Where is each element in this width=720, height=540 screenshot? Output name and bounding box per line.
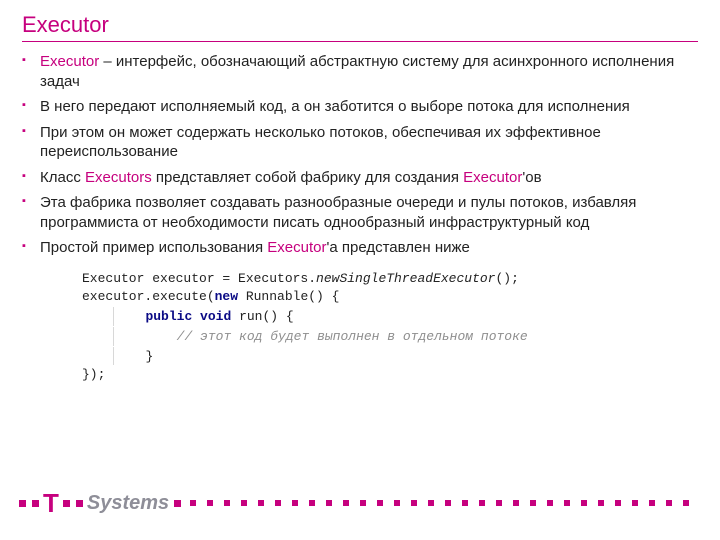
keyword: Executors	[85, 169, 152, 186]
gutter-line	[113, 327, 114, 346]
dot-icon	[343, 500, 349, 506]
code-text: ();	[495, 271, 518, 286]
list-item: Простой пример использования Executor'а …	[22, 238, 698, 258]
code-line: });	[82, 366, 698, 385]
code-line: Executor executor = Executors.newSingleT…	[82, 270, 698, 289]
keyword: Executor	[267, 239, 326, 256]
dot-icon	[564, 500, 570, 506]
footer: T Systems	[0, 490, 720, 516]
list-item: Класс Executors представляет собой фабри…	[22, 168, 698, 188]
t-mark-icon: T	[43, 490, 59, 516]
dot-icon	[496, 500, 502, 506]
dot-icon	[445, 500, 451, 506]
code-text: }	[145, 348, 153, 363]
code-text: run() {	[231, 309, 293, 324]
text: Класс	[40, 169, 85, 186]
keyword: Executor	[463, 169, 522, 186]
text: 'а представлен ниже	[327, 239, 470, 256]
dot-icon	[63, 500, 70, 507]
code-block: Executor executor = Executors.newSingleT…	[82, 270, 698, 386]
gutter-line	[113, 347, 114, 366]
dot-icon	[530, 500, 536, 506]
code-line: executor.execute(new Runnable() {	[82, 288, 698, 307]
text: представляет собой фабрику для создания	[152, 169, 463, 186]
dot-icon	[547, 500, 553, 506]
page-title: Executor	[22, 12, 698, 42]
dot-icon	[479, 500, 485, 506]
dot-icon	[309, 500, 315, 506]
dot-icon	[428, 500, 434, 506]
list-item: В него передают исполняемый код, а он за…	[22, 97, 698, 117]
dot-icon	[394, 500, 400, 506]
brand-text: Systems	[87, 492, 169, 515]
dot-icon	[224, 500, 230, 506]
code-text: executor.execute(	[82, 289, 215, 304]
code-text: Executor executor = Executors.	[82, 271, 316, 286]
dot-icon	[462, 500, 468, 506]
text: 'ов	[522, 169, 541, 186]
dot-icon	[190, 500, 196, 506]
code-keyword: new	[215, 289, 238, 304]
code-text: newSingleThreadExecutor	[316, 271, 495, 286]
dot-icon	[32, 500, 39, 507]
text: – интерфейс, обозначающий абстрактную си…	[40, 53, 674, 90]
dot-icon	[581, 500, 587, 506]
dot-icon	[598, 500, 604, 506]
dot-icon	[292, 500, 298, 506]
dot-icon	[76, 500, 83, 507]
dot-icon	[615, 500, 621, 506]
dot-icon	[326, 500, 332, 506]
list-item: Эта фабрика позволяет создавать разнообр…	[22, 193, 698, 232]
list-item: Executor – интерфейс, обозначающий абстр…	[22, 52, 698, 91]
dot-icon	[174, 500, 181, 507]
dot-icon	[632, 500, 638, 506]
dot-icon	[649, 500, 655, 506]
code-line: }	[82, 347, 698, 367]
dot-icon	[411, 500, 417, 506]
footer-dots	[190, 500, 704, 506]
code-text: Runnable() {	[238, 289, 339, 304]
dot-icon	[241, 500, 247, 506]
brand-logo: T Systems	[16, 490, 184, 516]
dot-icon	[513, 500, 519, 506]
dot-icon	[207, 500, 213, 506]
dot-icon	[258, 500, 264, 506]
code-comment: // этот код будет выполнен в отдельном п…	[177, 329, 528, 344]
dot-icon	[19, 500, 26, 507]
gutter-line	[113, 307, 114, 326]
dot-icon	[377, 500, 383, 506]
code-text: });	[82, 367, 105, 382]
text: Простой пример использования	[40, 239, 267, 256]
dot-icon	[683, 500, 689, 506]
bullet-list: Executor – интерфейс, обозначающий абстр…	[22, 52, 698, 258]
dot-icon	[666, 500, 672, 506]
list-item: При этом он может содержать несколько по…	[22, 123, 698, 162]
dot-icon	[275, 500, 281, 506]
code-line: public void run() {	[82, 307, 698, 327]
keyword: Executor	[40, 53, 99, 70]
dot-icon	[360, 500, 366, 506]
code-keyword: public void	[145, 309, 231, 324]
code-line: // этот код будет выполнен в отдельном п…	[82, 327, 698, 347]
